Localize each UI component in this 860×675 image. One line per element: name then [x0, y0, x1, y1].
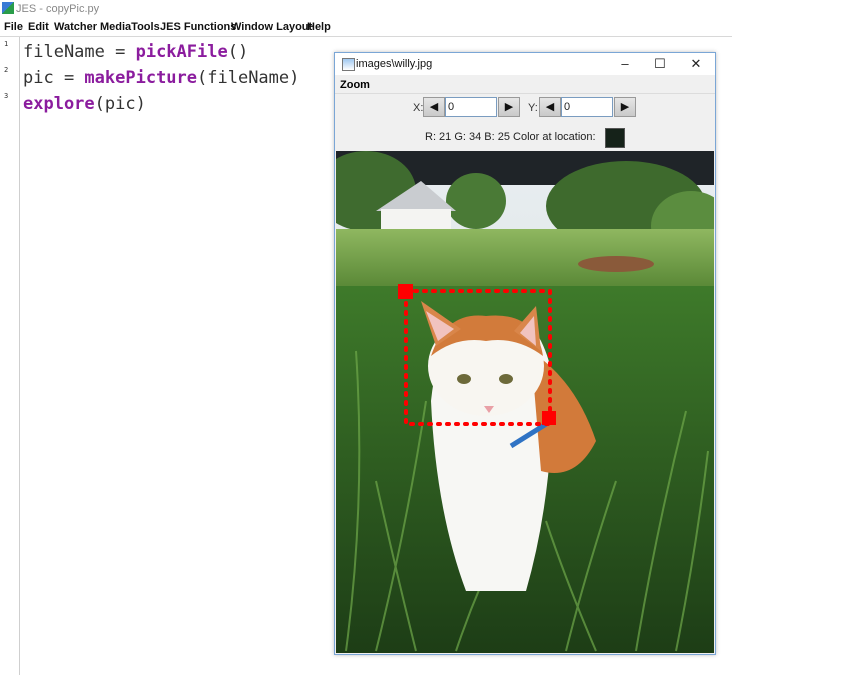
menu-help[interactable]: Help: [307, 21, 331, 33]
java-window-icon: [342, 58, 355, 71]
y-decrement-button[interactable]: ◀: [539, 97, 561, 117]
code-keyword: explore: [23, 94, 95, 114]
picture-explorer-window: images\willy.jpg – ☐ ✕ Zoom X: ◀ ▶ Y: ◀ …: [334, 52, 716, 655]
code-line[interactable]: pic = makePicture(fileName): [23, 68, 299, 88]
app-titlebar: JES - copyPic.py: [0, 0, 732, 18]
cat-photo: [336, 151, 714, 653]
maximize-button[interactable]: ☐: [645, 55, 675, 73]
menu-edit[interactable]: Edit: [28, 21, 49, 33]
code-line[interactable]: explore(pic): [23, 94, 146, 114]
code-text: (fileName): [197, 68, 300, 88]
coordinate-controls: X: ◀ ▶ Y: ◀ ▶: [335, 97, 715, 119]
explorer-titlebar[interactable]: images\willy.jpg – ☐ ✕: [335, 53, 715, 75]
code-text: pic =: [23, 68, 85, 88]
y-increment-button[interactable]: ▶: [614, 97, 636, 117]
code-text: (pic): [94, 94, 146, 114]
app-window-title: JES - copyPic.py: [16, 3, 100, 15]
code-keyword: makePicture: [84, 68, 198, 88]
code-text: fileName =: [23, 42, 136, 62]
explorer-title: images\willy.jpg: [356, 58, 433, 70]
line-number-gutter: 1 2 3: [0, 37, 20, 675]
menu-jes-functions[interactable]: JES Functions: [160, 21, 236, 33]
x-coordinate-input[interactable]: [445, 97, 497, 117]
color-swatch: [605, 128, 625, 148]
line-number: 2: [4, 66, 9, 74]
menu-mediatools[interactable]: MediaTools: [100, 21, 160, 33]
x-increment-button[interactable]: ▶: [498, 97, 520, 117]
close-button[interactable]: ✕: [681, 55, 711, 73]
menu-file[interactable]: File: [4, 21, 23, 33]
rgb-readout: R: 21 G: 34 B: 25 Color at location:: [425, 131, 596, 143]
y-label: Y:: [528, 102, 538, 114]
explorer-menubar: Zoom: [335, 75, 715, 94]
menu-window-layout[interactable]: Window Layout: [231, 21, 312, 33]
code-line[interactable]: fileName = pickAFile(): [23, 42, 248, 62]
code-keyword: pickAFile: [135, 42, 228, 62]
y-coordinate-input[interactable]: [561, 97, 613, 117]
x-decrement-button[interactable]: ◀: [423, 97, 445, 117]
menu-zoom[interactable]: Zoom: [340, 79, 370, 91]
minimize-button[interactable]: –: [610, 55, 640, 73]
color-readout: R: 21 G: 34 B: 25 Color at location:: [335, 127, 715, 148]
picture-canvas[interactable]: [336, 151, 714, 653]
code-text: (): [227, 42, 249, 62]
jes-app-icon: [2, 2, 14, 14]
line-number: 3: [4, 92, 9, 100]
menu-watcher[interactable]: Watcher: [54, 21, 97, 33]
line-number: 1: [4, 40, 9, 48]
x-label: X:: [413, 102, 424, 114]
app-menubar: File Edit Watcher MediaTools JES Functio…: [0, 18, 732, 37]
